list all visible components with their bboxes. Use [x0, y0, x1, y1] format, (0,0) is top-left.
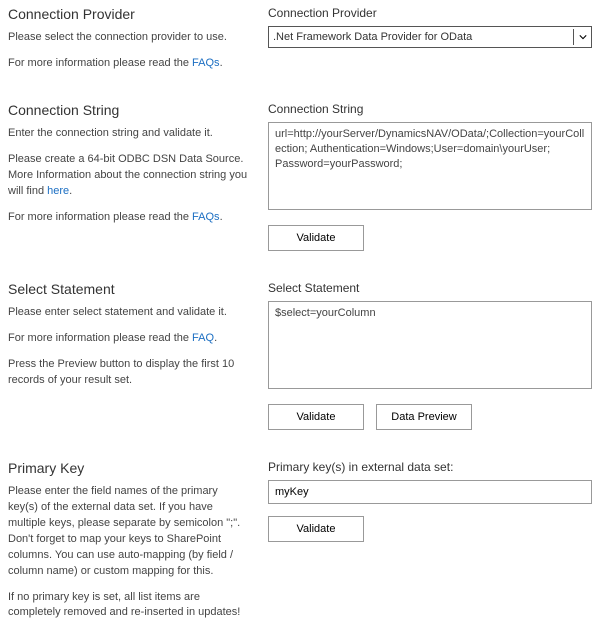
select-help3: Press the Preview button to display the …	[8, 357, 248, 389]
section-select-statement: Select Statement Please enter select sta…	[8, 281, 592, 430]
section-connection-provider: Connection Provider Please select the co…	[8, 6, 592, 72]
section-primary-key: Primary Key Please enter the field names…	[8, 460, 592, 622]
primary-field-label: Primary key(s) in external data set:	[268, 460, 592, 474]
select-statement-input[interactable]	[268, 301, 592, 389]
select-help2-post: .	[214, 332, 217, 344]
select-help-panel: Select Statement Please enter select sta…	[8, 281, 268, 430]
primary-left-title: Primary Key	[8, 460, 248, 476]
select-button-row: Validate Data Preview	[268, 404, 592, 430]
provider-select-value: .Net Framework Data Provider for OData	[273, 31, 472, 43]
connstring-field-label: Connection String	[268, 102, 592, 116]
connstring-help3-post: .	[220, 211, 223, 223]
connstring-field-panel: Connection String Validate	[268, 102, 592, 251]
select-validate-button[interactable]: Validate	[268, 404, 364, 430]
primary-key-input[interactable]	[268, 480, 592, 504]
provider-left-title: Connection Provider	[8, 6, 248, 22]
select-left-title: Select Statement	[8, 281, 248, 297]
provider-field-label: Connection Provider	[268, 6, 592, 20]
primary-field-panel: Primary key(s) in external data set: Val…	[268, 460, 592, 622]
provider-faqs-link[interactable]: FAQs	[192, 57, 220, 69]
select-help2-pre: For more information please read the	[8, 332, 192, 344]
section-connection-string: Connection String Enter the connection s…	[8, 102, 592, 251]
connstring-help2-post: .	[69, 185, 72, 197]
chevron-down-icon	[573, 29, 591, 45]
select-field-label: Select Statement	[268, 281, 592, 295]
provider-help2: For more information please read the FAQ…	[8, 56, 248, 72]
connstring-help1: Enter the connection string and validate…	[8, 126, 248, 142]
provider-help-panel: Connection Provider Please select the co…	[8, 6, 268, 72]
connstring-left-title: Connection String	[8, 102, 248, 118]
connstring-help2-pre: Please create a 64-bit ODBC DSN Data Sou…	[8, 153, 247, 197]
provider-help1: Please select the connection provider to…	[8, 30, 248, 46]
connstring-here-link[interactable]: here	[47, 185, 69, 197]
select-help2: For more information please read the FAQ…	[8, 331, 248, 347]
connstring-validate-button[interactable]: Validate	[268, 225, 364, 251]
primary-help-panel: Primary Key Please enter the field names…	[8, 460, 268, 622]
primary-validate-button[interactable]: Validate	[268, 516, 364, 542]
select-field-panel: Select Statement Validate Data Preview	[268, 281, 592, 430]
connection-string-input[interactable]	[268, 122, 592, 210]
provider-help2-pre: For more information please read the	[8, 57, 192, 69]
provider-help2-post: .	[220, 57, 223, 69]
connstring-help2: Please create a 64-bit ODBC DSN Data Sou…	[8, 152, 248, 200]
data-preview-button[interactable]: Data Preview	[376, 404, 472, 430]
provider-select[interactable]: .Net Framework Data Provider for OData	[268, 26, 592, 48]
provider-field-panel: Connection Provider .Net Framework Data …	[268, 6, 592, 72]
select-help1: Please enter select statement and valida…	[8, 305, 248, 321]
primary-button-row: Validate	[268, 516, 592, 542]
connstring-help3: For more information please read the FAQ…	[8, 210, 248, 226]
connstring-help3-pre: For more information please read the	[8, 211, 192, 223]
primary-help1: Please enter the field names of the prim…	[8, 484, 248, 580]
primary-help2: If no primary key is set, all list items…	[8, 590, 248, 622]
connstring-faqs-link[interactable]: FAQs	[192, 211, 220, 223]
connstring-button-row: Validate	[268, 225, 592, 251]
connstring-help-panel: Connection String Enter the connection s…	[8, 102, 268, 251]
provider-select-wrap: .Net Framework Data Provider for OData	[268, 26, 592, 48]
select-faq-link[interactable]: FAQ	[192, 332, 214, 344]
